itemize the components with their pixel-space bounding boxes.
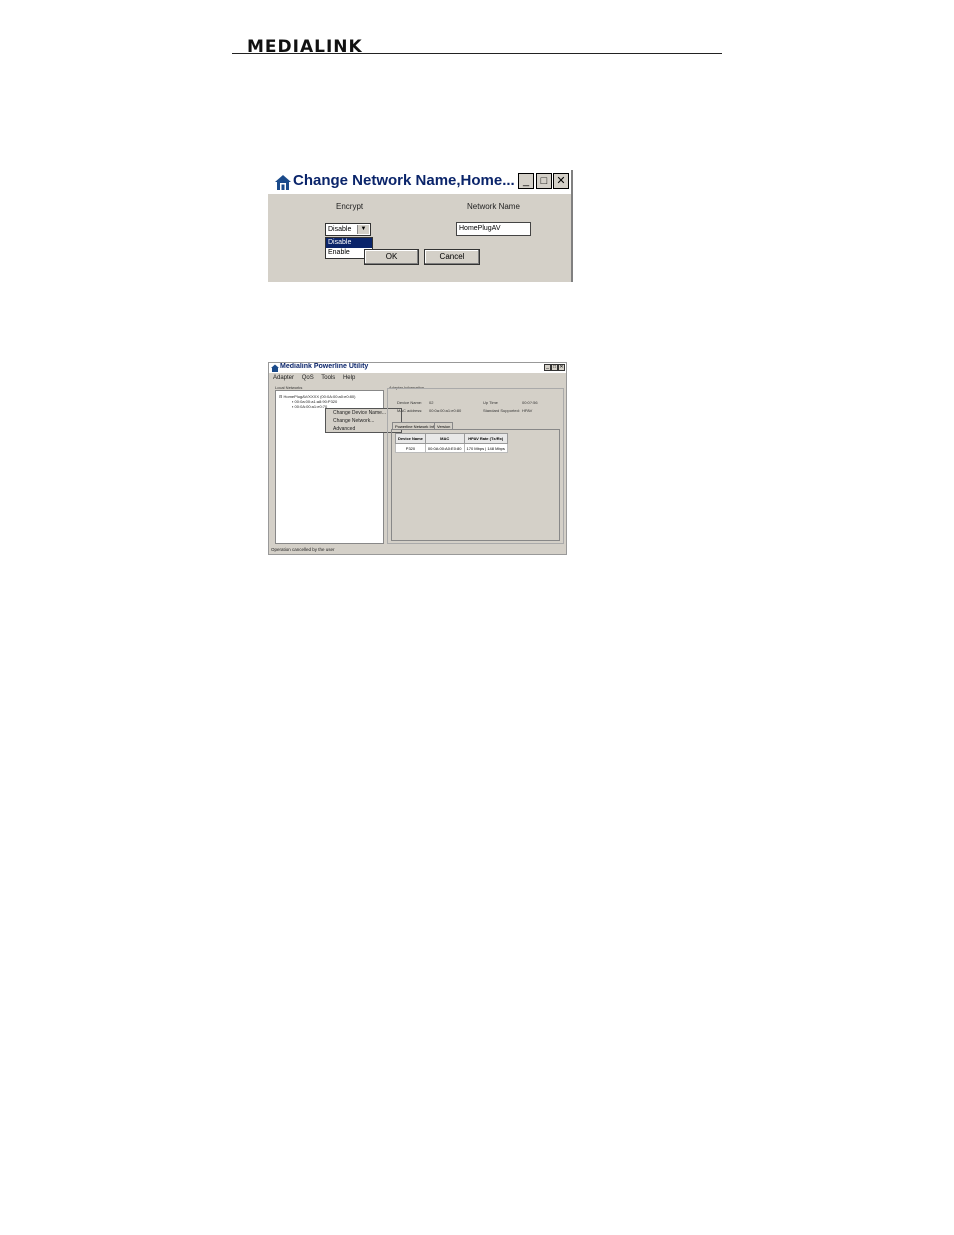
menu-tools[interactable]: Tools bbox=[321, 375, 335, 381]
network-name-input[interactable]: HomePlugAV bbox=[456, 222, 531, 236]
app-titlebar[interactable]: Medialink Powerline Utility _ □ ✕ bbox=[269, 363, 566, 373]
cell-device-name: P320 bbox=[395, 443, 426, 453]
app-title: Medialink Powerline Utility bbox=[280, 363, 369, 370]
encrypt-select-value: Disable bbox=[328, 226, 352, 233]
menu-bar: Adapter QoS Tools Help bbox=[273, 375, 361, 381]
standard-label: Standard Supported: bbox=[483, 408, 520, 413]
col-mac[interactable]: MAC bbox=[424, 433, 465, 444]
device-name-value: 02 bbox=[429, 400, 434, 405]
menu-help[interactable]: Help bbox=[343, 375, 355, 381]
cell-rate: 170 Mbps | 148 Mbps bbox=[463, 443, 508, 453]
minimize-button[interactable]: _ bbox=[518, 173, 534, 189]
uptime-value: 00:0?:56 bbox=[522, 400, 538, 405]
home-icon bbox=[271, 364, 279, 372]
mac-label: MAC address: bbox=[397, 408, 423, 413]
uptime-label: Up Time bbox=[483, 400, 498, 405]
mac-value: 00:0a:00:a1:e0:80 bbox=[429, 408, 462, 413]
col-device-name[interactable]: Device Name bbox=[395, 433, 426, 444]
powerline-utility-window: Medialink Powerline Utility _ □ ✕ Adapte… bbox=[268, 362, 567, 555]
device-table: Device Name MAC HPAV Rate (Tx/Rx) P320 0… bbox=[395, 433, 508, 453]
encrypt-option-disable[interactable]: Disable bbox=[326, 238, 372, 248]
maximize-button[interactable]: □ bbox=[551, 364, 558, 371]
ctx-advanced-label: Advanced bbox=[333, 426, 356, 432]
device-icon: ▪ bbox=[292, 404, 294, 409]
network-name-label: Network Name bbox=[467, 202, 520, 211]
expand-icon[interactable]: ⊟ bbox=[279, 394, 282, 399]
tree-child-node-selected[interactable]: ▪ 00:0A:00:a1:e0:70 bbox=[292, 404, 327, 409]
dialog-titlebar[interactable]: Change Network Name,Home... _ □ ✕ bbox=[268, 170, 571, 194]
standard-value: HPAV bbox=[522, 408, 533, 413]
device-name-label: Device Name: bbox=[397, 400, 423, 405]
cell-mac: 00:0A:00:A0:E0:80 bbox=[424, 443, 465, 453]
col-hpav-rate[interactable]: HPAV Rate (Tx/Rx) bbox=[463, 433, 508, 444]
medialink-logo: MEDIALINK bbox=[247, 37, 363, 57]
encrypt-select[interactable]: Disable ▼ bbox=[325, 223, 371, 236]
chevron-down-icon[interactable]: ▼ bbox=[357, 225, 369, 234]
header-rule bbox=[232, 53, 722, 54]
menu-adapter[interactable]: Adapter bbox=[273, 375, 294, 381]
ok-button[interactable]: OK bbox=[364, 249, 419, 265]
minimize-button[interactable]: _ bbox=[544, 364, 551, 371]
status-bar-text: Operation cancelled by the user bbox=[271, 547, 335, 552]
home-icon bbox=[275, 175, 291, 190]
table-row[interactable]: P320 00:0A:00:A0:E0:80 170 Mbps | 148 Mb… bbox=[395, 443, 508, 453]
menu-qos[interactable]: QoS bbox=[302, 375, 314, 381]
close-button[interactable]: ✕ bbox=[553, 173, 569, 189]
tree-child-selected-label: 00:0A:00:a1:e0:70 bbox=[294, 404, 328, 409]
close-button[interactable]: ✕ bbox=[558, 364, 565, 371]
maximize-button[interactable]: □ bbox=[536, 173, 552, 189]
cancel-button[interactable]: Cancel bbox=[424, 249, 480, 265]
dialog-title: Change Network Name,Home... bbox=[293, 172, 515, 189]
encrypt-label: Encrypt bbox=[336, 202, 364, 211]
